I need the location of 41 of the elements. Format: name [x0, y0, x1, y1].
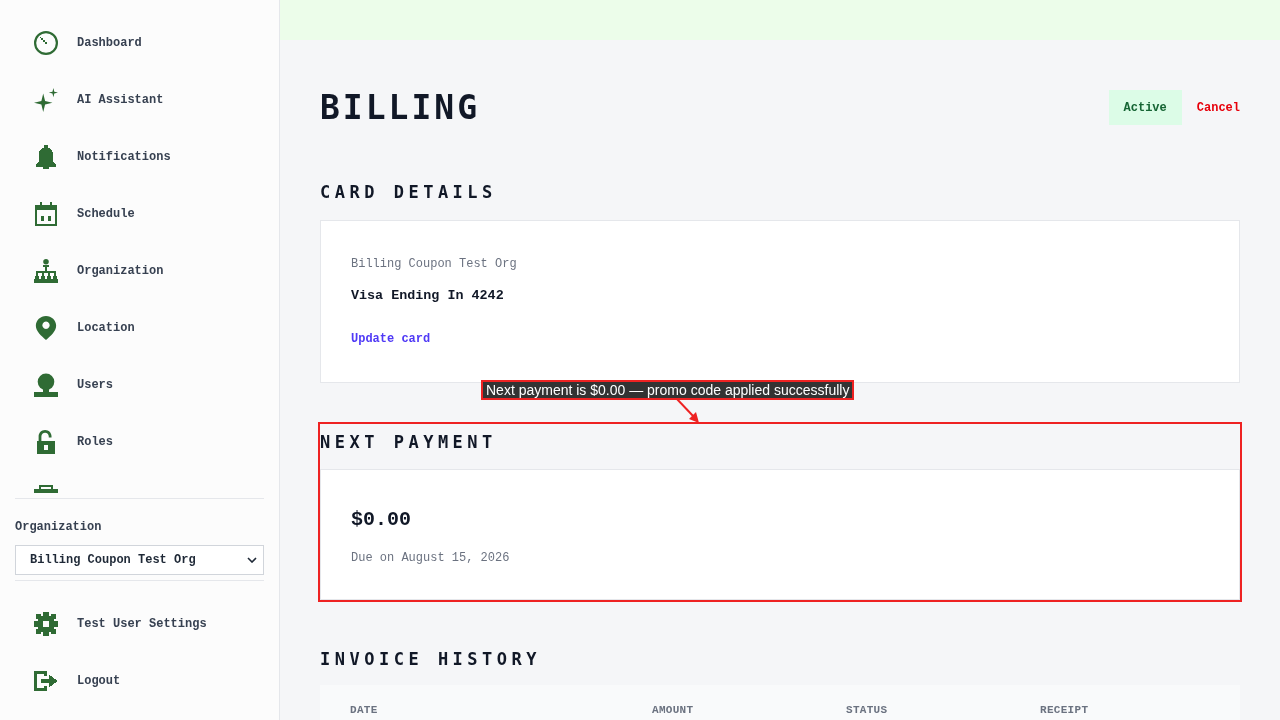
nav-item[interactable]: Location: [0, 299, 279, 356]
cut-off-nav-icon: [34, 485, 58, 493]
nav-item[interactable]: AI Assistant: [0, 71, 279, 128]
due-date: Due on August 15, 2026: [351, 550, 510, 566]
column-header: RECEIPT: [1040, 703, 1089, 717]
nav-item[interactable]: Notifications: [0, 128, 279, 185]
bell-icon: [34, 144, 58, 169]
nav-item[interactable]: Roles: [0, 413, 279, 470]
nav-item[interactable]: Organization: [0, 242, 279, 299]
section-heading: NEXT PAYMENT: [320, 431, 497, 454]
nav-item[interactable]: Dashboard: [0, 14, 279, 71]
cancel-link[interactable]: Cancel: [1196, 99, 1240, 116]
exit-arrow-icon: [34, 668, 58, 693]
unlocked-padlock-icon: [34, 429, 58, 454]
chevron-down-icon: [247, 557, 257, 563]
nav-item[interactable]: Logout: [0, 652, 279, 709]
sparkle-icon: [34, 87, 58, 112]
calendar-icon: [34, 201, 58, 226]
gauge-icon: [34, 30, 58, 55]
update-card-link[interactable]: Update card: [351, 331, 431, 347]
field-label: Organization: [15, 519, 103, 535]
section-heading: CARD DETAILS: [320, 181, 497, 204]
callout-label: Next payment is $0.00 — promo code applied successfully: [481, 380, 855, 400]
settings-icon: [34, 611, 58, 636]
organization-select[interactable]: Billing Coupon Test Org: [15, 545, 264, 575]
section-heading: INVOICE HISTORY: [320, 648, 542, 671]
column-header: DATE: [350, 703, 378, 717]
payment-amount: $0.00: [351, 507, 411, 533]
status-badge: Active: [1108, 90, 1182, 125]
user-icon: [34, 372, 58, 397]
nav-item[interactable]: Test User Settings: [0, 595, 279, 652]
map-pin-icon: [34, 315, 58, 340]
column-header: STATUS: [846, 703, 888, 717]
card-description: Visa Ending In 4242: [351, 287, 504, 305]
organization-name: Billing Coupon Test Org: [351, 256, 517, 272]
nav-item[interactable]: Schedule: [0, 185, 279, 242]
org-chart-icon: [34, 258, 58, 283]
page-title: BILLING: [320, 90, 481, 125]
column-header: AMOUNT: [652, 703, 694, 717]
callout-arrow: [676, 399, 700, 424]
nav-item[interactable]: Users: [0, 356, 279, 413]
